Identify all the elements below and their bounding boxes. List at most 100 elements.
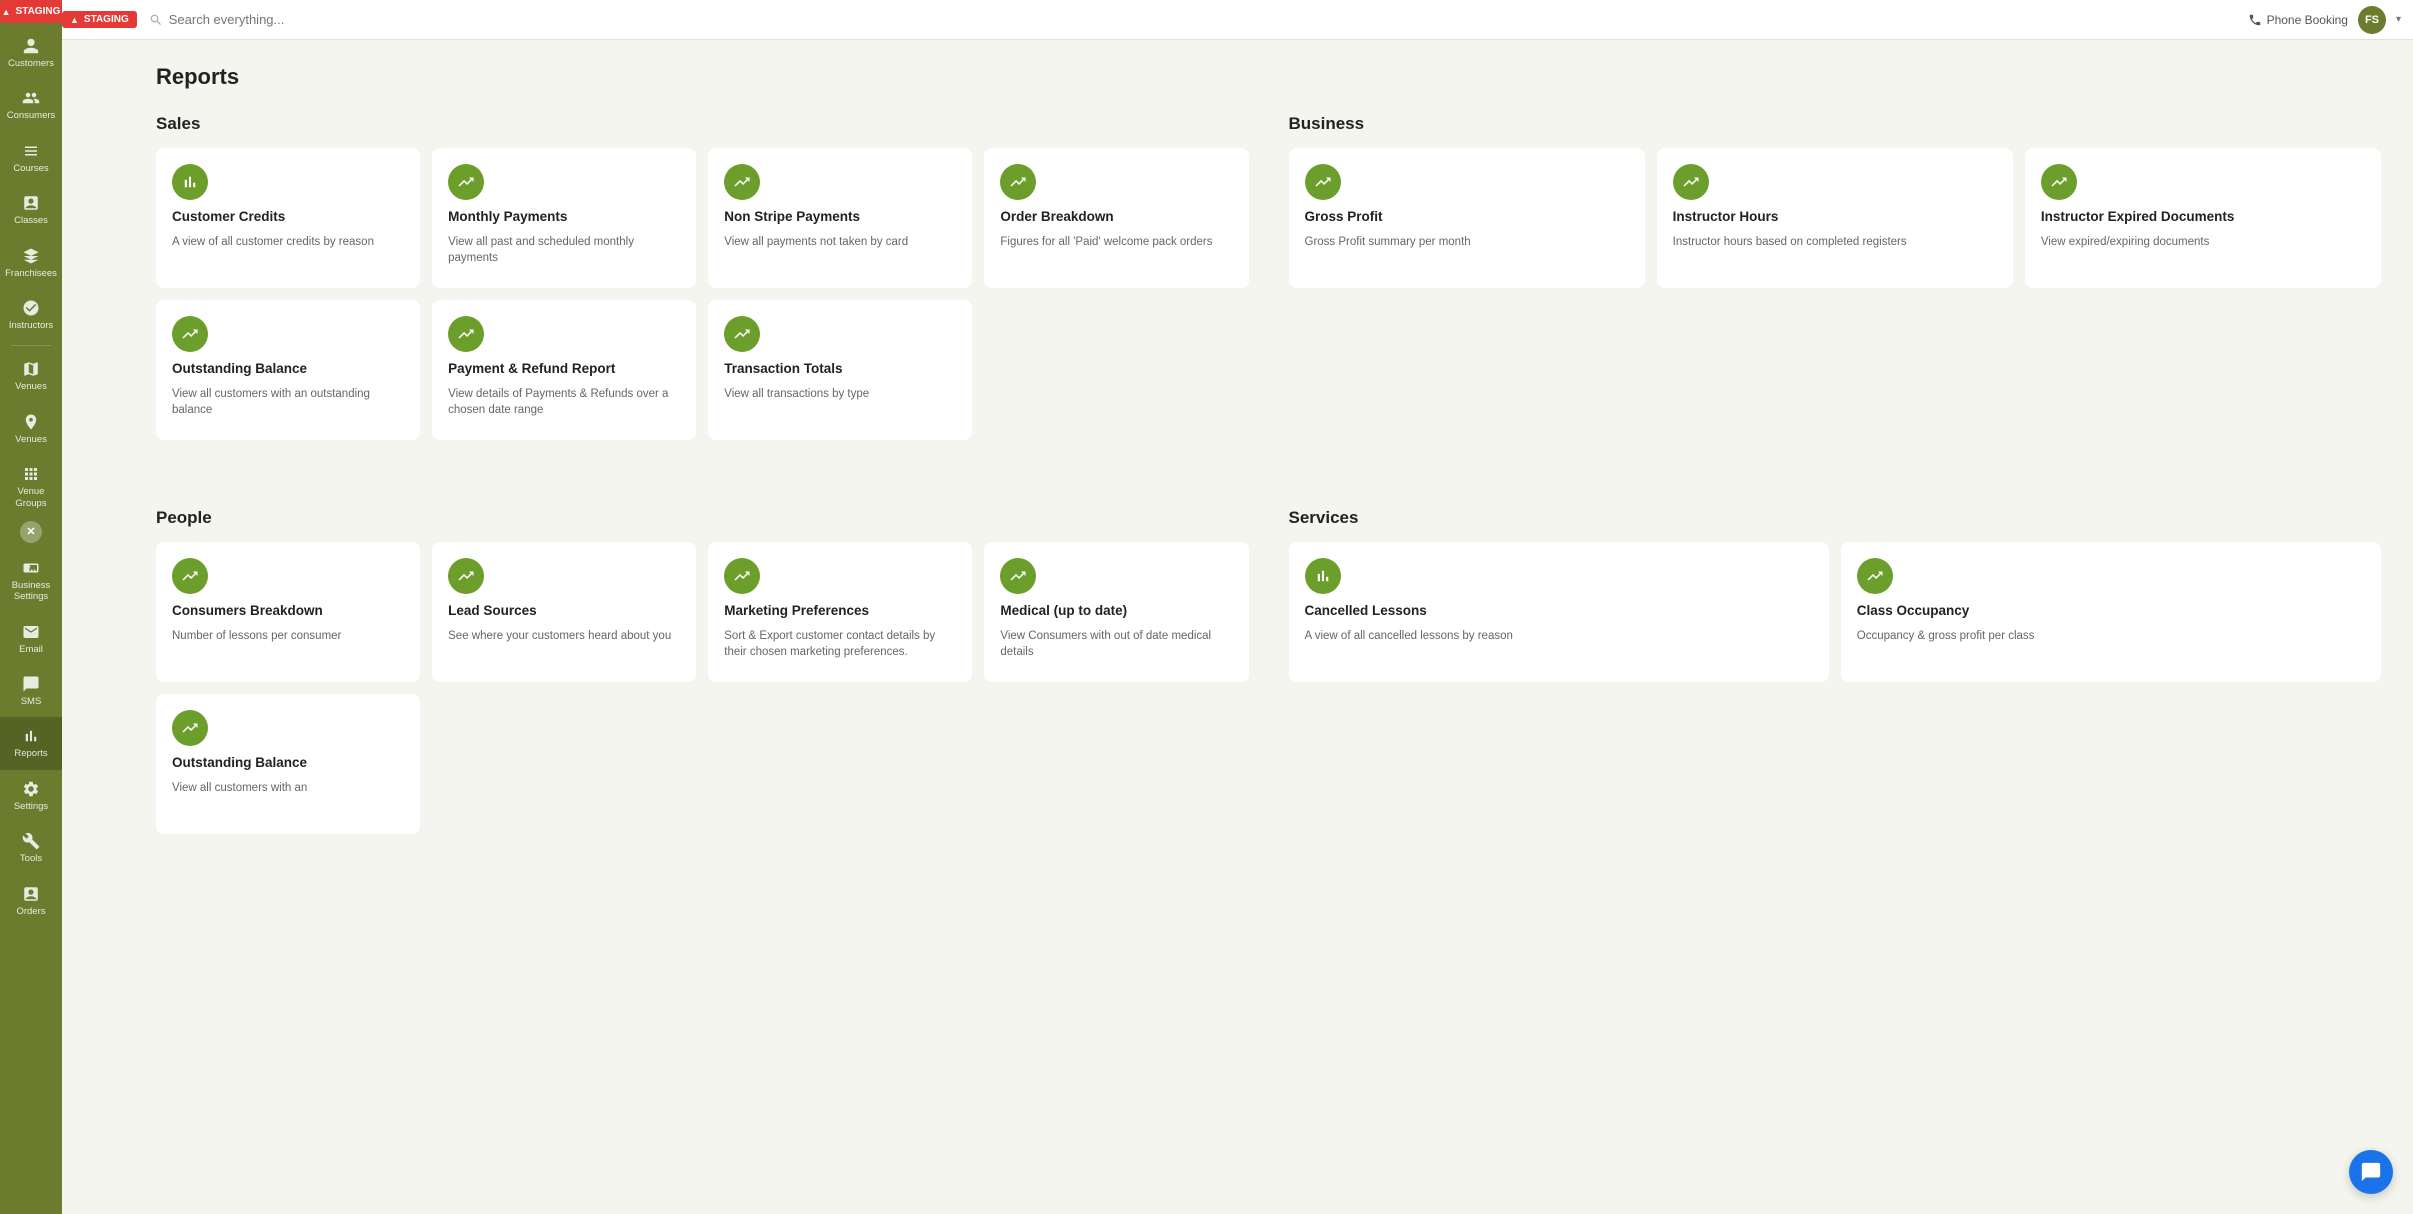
sidebar-item-sms[interactable]: SMS [0,665,62,717]
sidebar-item-tools[interactable]: Tools [0,822,62,874]
card-title-medical: Medical (up to date) [1000,602,1232,620]
report-card-marketing-preferences[interactable]: Marketing Preferences Sort & Export cust… [708,542,972,682]
card-desc-lead-sources: See where your customers heard about you [448,628,680,644]
card-title-gross-profit: Gross Profit [1305,208,1629,226]
sidebar-item-orders[interactable]: Orders [0,875,62,927]
sidebar-item-consumers[interactable]: Consumers [0,79,62,131]
avatar[interactable]: FS [2358,6,2386,34]
card-desc-class-occupancy: Occupancy & gross profit per class [1857,628,2365,644]
sidebar-item-classes[interactable]: Classes [0,184,62,236]
card-title-cancelled-lessons: Cancelled Lessons [1305,602,1813,620]
card-title-customer-credits: Customer Credits [172,208,404,226]
report-card-payment-refund[interactable]: Payment & Refund Report View details of … [432,300,696,440]
sidebar-item-venue-groups[interactable]: Venue Groups [0,455,62,519]
card-desc-consumers-breakdown: Number of lessons per consumer [172,628,404,644]
card-title-transaction-totals: Transaction Totals [724,360,956,378]
card-desc-cancelled-lessons: A view of all cancelled lessons by reaso… [1305,628,1813,644]
people-row-1: Consumers Breakdown Number of lessons pe… [156,542,1249,682]
card-icon-order-breakdown [1000,164,1036,200]
card-icon-transaction-totals [724,316,760,352]
card-title-consumers-breakdown: Consumers Breakdown [172,602,404,620]
card-desc-medical: View Consumers with out of date medical … [1000,628,1232,660]
card-desc-instructor-hours: Instructor hours based on completed regi… [1673,234,1997,250]
sidebar-divider [11,345,51,346]
search-input[interactable] [169,12,2236,27]
report-card-instructor-hours[interactable]: Instructor Hours Instructor hours based … [1657,148,2013,288]
sidebar-item-venues-map[interactable]: Venues [0,350,62,402]
chat-icon [2360,1161,2382,1183]
report-card-non-stripe-payments[interactable]: Non Stripe Payments View all payments no… [708,148,972,288]
card-desc-order-breakdown: Figures for all 'Paid' welcome pack orde… [1000,234,1232,250]
sidebar-item-franchisees[interactable]: Franchisees [0,237,62,289]
card-icon-medical [1000,558,1036,594]
business-cards: Gross Profit Gross Profit summary per mo… [1289,148,2382,288]
phone-booking-button[interactable]: Phone Booking [2248,13,2348,27]
card-desc-outstanding-balance: View all customers with an outstanding b… [172,386,404,418]
staging-button[interactable]: STAGING [0,0,62,23]
sidebar-item-courses[interactable]: Courses [0,132,62,184]
card-title-monthly-payments: Monthly Payments [448,208,680,226]
sidebar-item-venues[interactable]: Venues [0,403,62,455]
sidebar-item-business-settings[interactable]: Business Settings [0,549,62,613]
card-desc-marketing-preferences: Sort & Export customer contact details b… [724,628,956,660]
sales-section-title: Sales [156,114,1249,134]
people-row-2: Outstanding Balance View all customers w… [156,694,1249,834]
card-icon-class-occupancy [1857,558,1893,594]
report-card-consumers-breakdown[interactable]: Consumers Breakdown Number of lessons pe… [156,542,420,682]
report-card-medical[interactable]: Medical (up to date) View Consumers with… [984,542,1248,682]
report-card-instructor-expired-docs[interactable]: Instructor Expired Documents View expire… [2025,148,2381,288]
card-desc-instructor-expired-docs: View expired/expiring documents [2041,234,2365,250]
people-section-title: People [156,508,1249,528]
card-icon-marketing-preferences [724,558,760,594]
sales-row-2: Outstanding Balance View all customers w… [156,300,1249,440]
card-desc-customer-credits: A view of all customer credits by reason [172,234,404,250]
report-card-class-occupancy[interactable]: Class Occupancy Occupancy & gross profit… [1841,542,2381,682]
card-icon-instructor-expired-docs [2041,164,2077,200]
people-section: People Consumers Breakdown Number of les… [156,508,1249,834]
topbar: STAGING Phone Booking FS ▾ [62,0,2413,40]
card-icon-outstanding-balance [172,316,208,352]
sidebar-item-reports[interactable]: Reports [0,717,62,769]
report-card-gross-profit[interactable]: Gross Profit Gross Profit summary per mo… [1289,148,1645,288]
card-desc-payment-refund: View details of Payments & Refunds over … [448,386,680,418]
card-title-lead-sources: Lead Sources [448,602,680,620]
card-desc-monthly-payments: View all past and scheduled monthly paym… [448,234,680,266]
report-card-cancelled-lessons[interactable]: Cancelled Lessons A view of all cancelle… [1289,542,1829,682]
card-icon-monthly-payments [448,164,484,200]
card-icon-instructor-hours [1673,164,1709,200]
card-title-non-stripe-payments: Non Stripe Payments [724,208,956,226]
sidebar-item-instructors[interactable]: Instructors [0,289,62,341]
report-card-customer-credits[interactable]: Customer Credits A view of all customer … [156,148,420,288]
avatar-chevron[interactable]: ▾ [2396,14,2401,25]
card-icon-consumers-breakdown [172,558,208,594]
services-section: Services Cancelled Lessons A view of all… [1289,508,2382,834]
report-card-outstanding-balance-people[interactable]: Outstanding Balance View all customers w… [156,694,420,834]
card-desc-gross-profit: Gross Profit summary per month [1305,234,1629,250]
card-icon-outstanding-balance-people [172,710,208,746]
chat-bubble[interactable] [2349,1150,2393,1194]
sidebar-item-customers[interactable]: Customers [0,27,62,79]
topbar-right: Phone Booking FS ▾ [2248,6,2401,34]
card-title-outstanding-balance-people: Outstanding Balance [172,754,404,772]
sidebar-item-settings[interactable]: Settings [0,770,62,822]
card-title-order-breakdown: Order Breakdown [1000,208,1232,226]
card-title-payment-refund: Payment & Refund Report [448,360,680,378]
report-card-order-breakdown[interactable]: Order Breakdown Figures for all 'Paid' w… [984,148,1248,288]
sidebar-item-email[interactable]: Email [0,613,62,665]
report-card-lead-sources[interactable]: Lead Sources See where your customers he… [432,542,696,682]
card-icon-customer-credits [172,164,208,200]
report-card-monthly-payments[interactable]: Monthly Payments View all past and sched… [432,148,696,288]
card-icon-cancelled-lessons [1305,558,1341,594]
venue-groups-close[interactable]: ✕ [20,521,42,543]
page-title: Reports [156,64,2381,90]
card-title-marketing-preferences: Marketing Preferences [724,602,956,620]
report-card-outstanding-balance[interactable]: Outstanding Balance View all customers w… [156,300,420,440]
report-card-transaction-totals[interactable]: Transaction Totals View all transactions… [708,300,972,440]
card-title-class-occupancy: Class Occupancy [1857,602,2365,620]
staging-topbar-button[interactable]: STAGING [62,11,137,28]
business-section-title: Business [1289,114,2382,134]
phone-booking-label: Phone Booking [2267,13,2348,27]
card-icon-lead-sources [448,558,484,594]
top-sections-layout: Sales Customer Credits A view of all cus… [156,114,2381,476]
business-section: Business Gross Profit Gross Profit summa… [1289,114,2382,440]
